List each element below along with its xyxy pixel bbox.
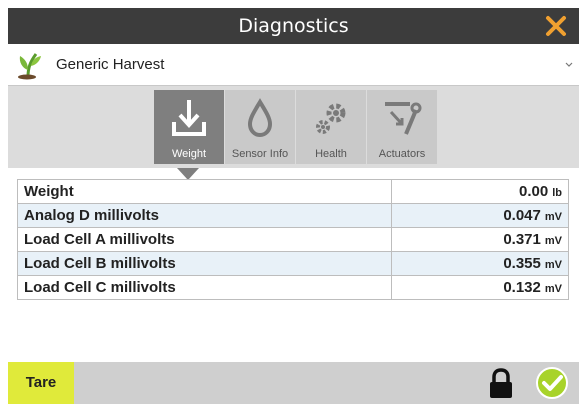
tab-label: Weight xyxy=(171,148,207,160)
tab-sensor-info[interactable]: Sensor Info xyxy=(225,90,295,164)
table-row: Load Cell B millivolts 0.355 mV xyxy=(17,251,569,276)
tab-label: Health xyxy=(315,148,347,160)
row-value-cell: 0.047 mV xyxy=(391,203,569,228)
profile-name: Generic Harvest xyxy=(56,56,165,73)
row-label: Analog D millivolts xyxy=(17,203,392,228)
tab-weight[interactable]: Weight xyxy=(154,90,224,164)
crop-plant-icon xyxy=(18,53,41,80)
row-unit: lb xyxy=(552,187,562,199)
row-label: Weight xyxy=(17,179,392,204)
download-tray-icon xyxy=(172,100,206,136)
footer-bar: Tare xyxy=(8,362,579,404)
actuator-arm-icon xyxy=(385,102,422,135)
table-row: Load Cell C millivolts 0.132 mV xyxy=(17,275,569,300)
profile-selector[interactable]: Generic Harvest xyxy=(8,44,579,86)
row-unit: mV xyxy=(544,283,562,295)
diagnostics-window: Diagnostics Generic Harvest Weight Senso… xyxy=(8,8,579,404)
row-value: 0.047 xyxy=(503,207,541,224)
row-label: Load Cell A millivolts xyxy=(17,227,392,252)
row-value: 0.132 xyxy=(503,279,541,296)
row-value: 0.00 xyxy=(519,183,549,200)
table-row: Weight 0.00 lb xyxy=(17,179,569,204)
diagnostics-tabs: Weight Sensor Info Health Actuators xyxy=(8,86,579,168)
gears-icon xyxy=(316,103,346,134)
droplet-icon xyxy=(247,98,273,138)
row-value-cell: 0.371 mV xyxy=(391,227,569,252)
row-value: 0.355 xyxy=(503,255,541,272)
table-row: Load Cell A millivolts 0.371 mV xyxy=(17,227,569,252)
row-value-cell: 0.132 mV xyxy=(391,275,569,300)
tab-label: Actuators xyxy=(378,148,426,160)
confirm-check-icon[interactable] xyxy=(535,366,569,400)
row-unit: mV xyxy=(544,235,562,247)
row-value: 0.371 xyxy=(503,231,541,248)
row-unit: mV xyxy=(544,211,562,223)
row-unit: mV xyxy=(544,259,562,271)
tab-actuators[interactable]: Actuators xyxy=(367,90,437,164)
row-label: Load Cell B millivolts xyxy=(17,251,392,276)
chevron-down-icon[interactable] xyxy=(565,61,573,69)
row-value-cell: 0.00 lb xyxy=(391,179,569,204)
lock-icon[interactable] xyxy=(486,368,516,400)
tare-button[interactable]: Tare xyxy=(8,362,74,404)
table-row: Analog D millivolts 0.047 mV xyxy=(17,203,569,228)
row-label: Load Cell C millivolts xyxy=(17,275,392,300)
title-bar: Diagnostics xyxy=(8,8,579,44)
row-value-cell: 0.355 mV xyxy=(391,251,569,276)
tab-label: Sensor Info xyxy=(231,148,289,160)
close-icon[interactable] xyxy=(543,13,569,39)
weight-readings-table: Weight 0.00 lb Analog D millivolts 0.047 m… xyxy=(17,179,569,300)
tab-health[interactable]: Health xyxy=(296,90,366,164)
window-title: Diagnostics xyxy=(238,15,349,37)
